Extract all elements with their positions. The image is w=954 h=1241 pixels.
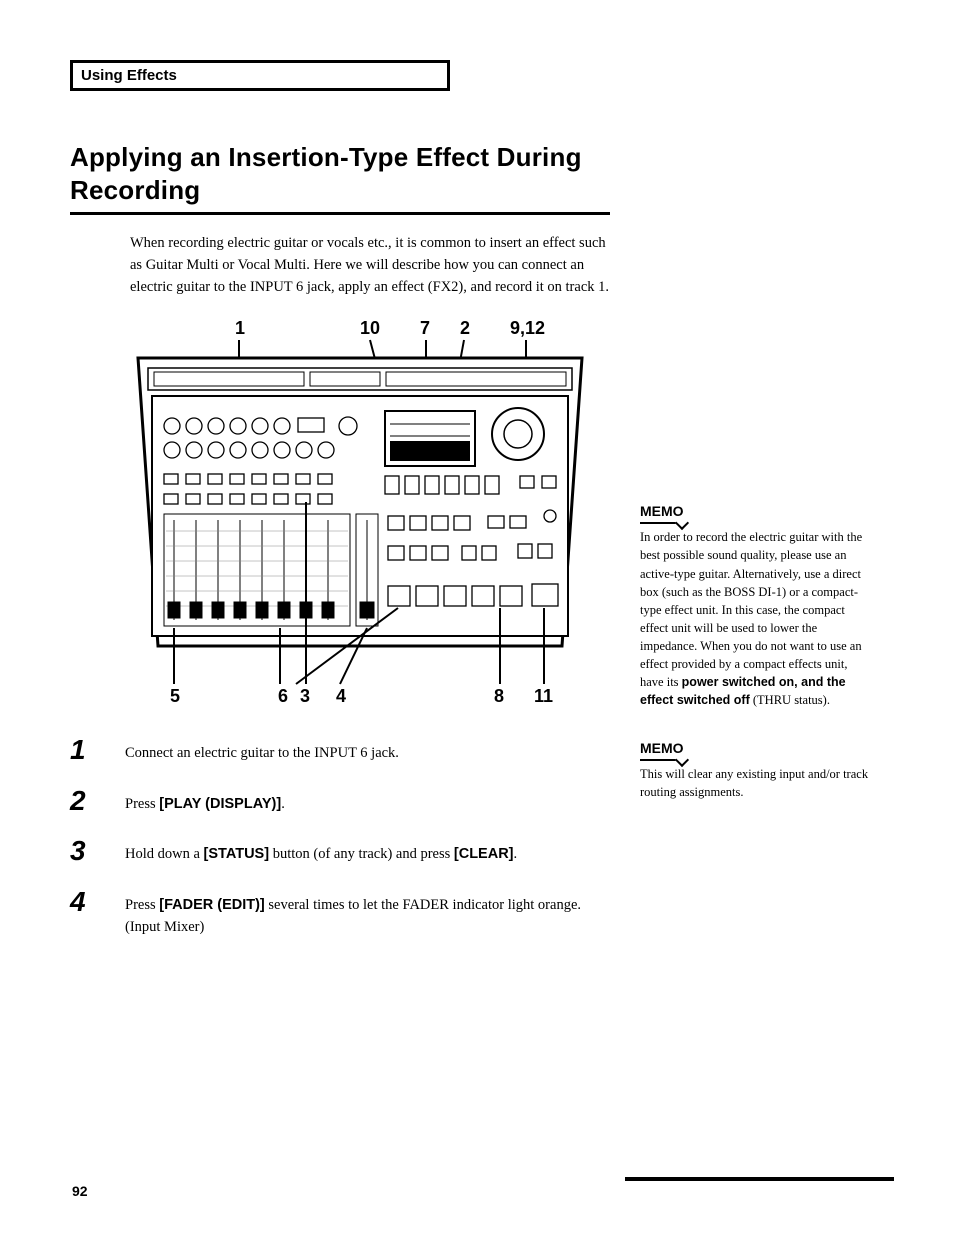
memo-body: This will clear any existing input and/o…	[640, 765, 870, 801]
memo-label: MEMO	[640, 501, 684, 524]
callout-10: 10	[360, 318, 380, 338]
memo-label: MEMO	[640, 738, 684, 761]
step-3: 3 Hold down a [STATUS] button (of any tr…	[70, 837, 610, 865]
step-4: 4 Press [FADER (EDIT)] several times to …	[70, 888, 610, 939]
step-number: 2	[70, 787, 125, 815]
step-number: 1	[70, 736, 125, 764]
step-text: Press [PLAY (DISPLAY)].	[125, 787, 285, 815]
step-text: Press [FADER (EDIT)] several times to le…	[125, 888, 610, 939]
callout-8: 8	[494, 686, 504, 706]
intro-paragraph: When recording electric guitar or vocals…	[130, 233, 610, 298]
callout-5: 5	[170, 686, 180, 706]
memo-body: In order to record the electric guitar w…	[640, 528, 870, 709]
callout-6: 6	[278, 686, 288, 706]
callout-1: 1	[235, 318, 245, 338]
page-title: Applying an Insertion-Type Effect During…	[70, 141, 610, 206]
callout-4: 4	[336, 686, 346, 706]
step-text: Hold down a [STATUS] button (of any trac…	[125, 837, 517, 865]
main-content: Applying an Insertion-Type Effect During…	[70, 141, 610, 961]
callout-2: 2	[460, 318, 470, 338]
step-text: Connect an electric guitar to the INPUT …	[125, 736, 399, 764]
section-tab: Using Effects	[70, 60, 450, 91]
memo-2: MEMO This will clear any existing input …	[640, 738, 870, 802]
step-number: 4	[70, 888, 125, 916]
title-rule	[70, 212, 610, 215]
page-number: 92	[72, 1183, 88, 1199]
callout-7: 7	[420, 318, 430, 338]
step-2: 2 Press [PLAY (DISPLAY)].	[70, 787, 610, 815]
step-number: 3	[70, 837, 125, 865]
sidebar: MEMO In order to record the electric gui…	[640, 501, 870, 829]
footer-rule	[625, 1177, 894, 1181]
steps-list: 1 Connect an electric guitar to the INPU…	[70, 736, 610, 938]
memo-1: MEMO In order to record the electric gui…	[640, 501, 870, 710]
callout-11: 11	[534, 686, 553, 706]
step-1: 1 Connect an electric guitar to the INPU…	[70, 736, 610, 764]
device-diagram: 1 10 7 2 9,12	[130, 316, 610, 706]
callout-3: 3	[300, 686, 310, 706]
callout-912: 9,12	[510, 318, 545, 338]
